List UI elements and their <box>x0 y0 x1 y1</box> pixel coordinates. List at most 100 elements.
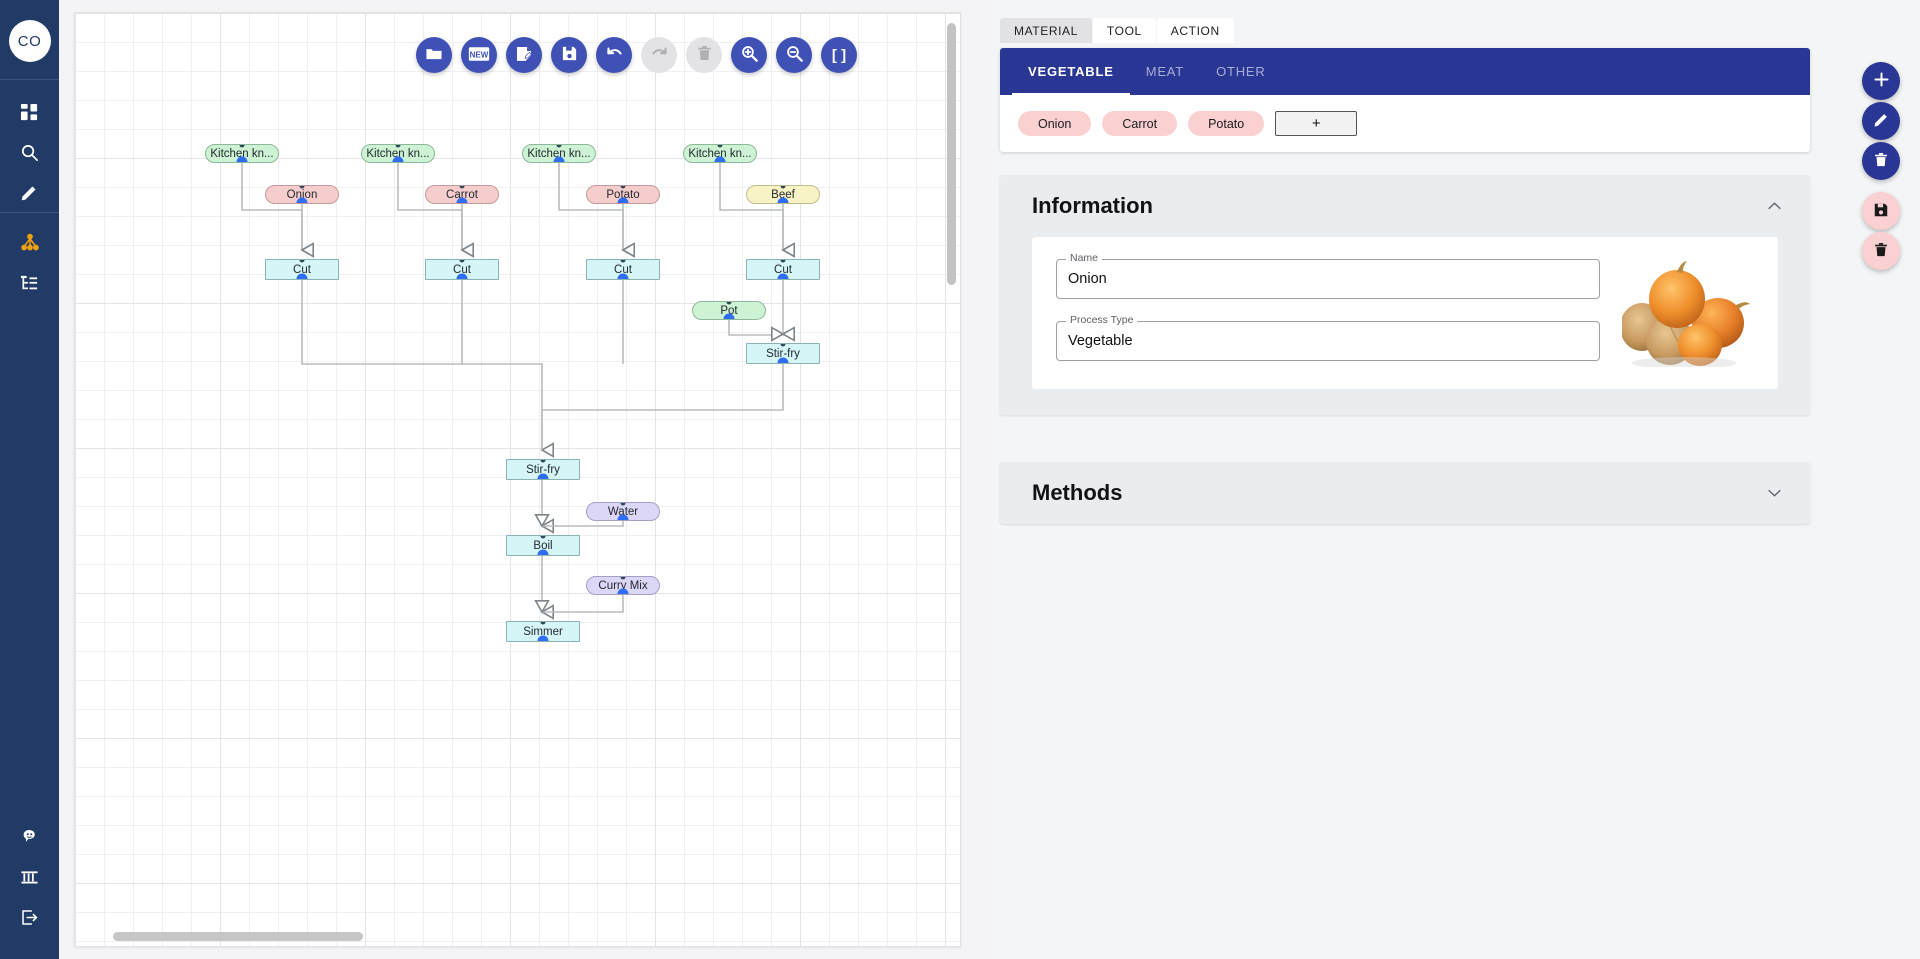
sidebar-item-edit[interactable] <box>0 172 59 212</box>
floating-action-buttons <box>1862 62 1900 272</box>
save-button[interactable] <box>551 37 587 73</box>
flow-canvas[interactable]: Kitchen kn... Kitchen kn... Kitchen kn... K… <box>74 12 961 947</box>
tab-vegetable[interactable]: VEGETABLE <box>1012 48 1130 95</box>
graph-node-potato[interactable]: Potato <box>586 185 660 204</box>
sidebar-item-hierarchy[interactable] <box>0 263 59 303</box>
redo-button[interactable] <box>641 37 677 73</box>
save-as-button[interactable] <box>506 37 542 73</box>
tab-material[interactable]: MATERIAL <box>1000 18 1092 43</box>
chip-carrot[interactable]: Carrot <box>1102 111 1178 136</box>
node-output-port[interactable] <box>456 197 468 203</box>
node-output-port[interactable] <box>777 197 789 203</box>
graph-node-stirfry2[interactable]: Stir-fry <box>506 459 580 480</box>
node-output-port[interactable] <box>714 156 726 162</box>
hierarchy-list-icon <box>20 274 39 293</box>
tab-meat[interactable]: MEAT <box>1130 48 1200 95</box>
tab-other[interactable]: OTHER <box>1200 48 1282 95</box>
edit-button[interactable] <box>1862 102 1900 140</box>
chip-onion[interactable]: Onion <box>1018 111 1092 136</box>
methods-header[interactable]: Methods <box>1000 462 1810 524</box>
add-material-button[interactable]: + <box>1275 111 1358 136</box>
graph-node-cut3[interactable]: Cut <box>586 259 660 280</box>
graph-node-kn3[interactable]: Kitchen kn... <box>522 144 596 163</box>
sidebar-item-search[interactable] <box>0 132 59 172</box>
node-output-port[interactable] <box>617 514 629 520</box>
graph-node-pot[interactable]: Pot <box>692 301 766 320</box>
node-output-port[interactable] <box>777 357 789 363</box>
node-input-port[interactable] <box>620 260 626 263</box>
graph-node-simmer[interactable]: Simmer <box>506 621 580 642</box>
graph-node-cut2[interactable]: Cut <box>425 259 499 280</box>
node-output-port[interactable] <box>777 273 789 279</box>
graph-node-kn2[interactable]: Kitchen kn... <box>361 144 435 163</box>
zoom-in-button[interactable] <box>731 37 767 73</box>
zoom-out-button[interactable] <box>776 37 812 73</box>
svg-text:NEW: NEW <box>470 50 489 59</box>
canvas-horizontal-scrollbar[interactable] <box>85 932 945 941</box>
avatar[interactable]: CO <box>8 20 51 62</box>
graph-node-cut4[interactable]: Cut <box>746 259 820 280</box>
add-button[interactable] <box>1862 62 1900 100</box>
new-file-button[interactable]: NEW <box>461 37 497 73</box>
node-output-port[interactable] <box>537 549 549 555</box>
open-file-button[interactable] <box>416 37 452 73</box>
node-input-port[interactable] <box>299 260 305 263</box>
graph-node-kn1[interactable]: Kitchen kn... <box>205 144 279 163</box>
node-output-port[interactable] <box>236 156 248 162</box>
node-output-port[interactable] <box>537 473 549 479</box>
horizontal-scroll-thumb[interactable] <box>113 932 363 941</box>
node-input-port[interactable] <box>540 460 546 463</box>
sidebar-item-dashboard[interactable] <box>0 92 59 132</box>
node-input-port[interactable] <box>459 260 465 263</box>
sidebar-item-brain[interactable] <box>0 817 59 857</box>
vertical-scroll-thumb[interactable] <box>947 23 956 285</box>
save-as-icon <box>515 45 533 66</box>
node-input-port[interactable] <box>780 344 786 347</box>
top-tab-bar: MATERIAL TOOL ACTION <box>1000 18 1235 43</box>
material-card: VEGETABLE MEAT OTHER Onion Carrot Potato… <box>1000 48 1810 152</box>
node-output-port[interactable] <box>537 635 549 641</box>
node-output-port[interactable] <box>296 273 308 279</box>
node-output-port[interactable] <box>723 313 735 319</box>
sidebar-item-graph[interactable] <box>0 223 59 263</box>
canvas-vertical-scrollbar[interactable] <box>947 23 956 928</box>
chevron-down-icon[interactable] <box>1767 487 1782 500</box>
remove-material-button[interactable] <box>1862 232 1900 270</box>
node-output-port[interactable] <box>553 156 565 162</box>
delete-node-button[interactable] <box>1862 142 1900 180</box>
node-output-port[interactable] <box>296 197 308 203</box>
graph-node-kn4[interactable]: Kitchen kn... <box>683 144 757 163</box>
graph-node-onion[interactable]: Onion <box>265 185 339 204</box>
fit-to-screen-button[interactable]: [ ] <box>821 37 857 73</box>
undo-button[interactable] <box>596 37 632 73</box>
graph-node-beef[interactable]: Beef <box>746 185 820 204</box>
graph-node-stirfry1[interactable]: Stir-fry <box>746 343 820 364</box>
node-input-port[interactable] <box>780 260 786 263</box>
tab-action[interactable]: ACTION <box>1156 18 1234 43</box>
node-output-port[interactable] <box>617 197 629 203</box>
node-input-port[interactable] <box>540 622 546 625</box>
graph-node-carrot[interactable]: Carrot <box>425 185 499 204</box>
information-header[interactable]: Information <box>1000 175 1810 237</box>
node-output-port[interactable] <box>392 156 404 162</box>
save-material-button[interactable] <box>1862 192 1900 230</box>
graph-node-currymix[interactable]: Curry Mix <box>586 576 660 595</box>
node-output-port[interactable] <box>617 273 629 279</box>
chip-potato[interactable]: Potato <box>1188 111 1265 136</box>
delete-button[interactable] <box>686 37 722 73</box>
name-input[interactable] <box>1056 259 1600 299</box>
methods-panel: Methods <box>1000 462 1810 524</box>
information-body: Name Process Type <box>1032 237 1778 389</box>
node-input-port[interactable] <box>540 536 546 539</box>
process-type-input[interactable] <box>1056 321 1600 361</box>
graph-node-cut1[interactable]: Cut <box>265 259 339 280</box>
onion-thumbnail <box>1620 259 1754 369</box>
chevron-up-icon[interactable] <box>1767 200 1782 213</box>
node-output-port[interactable] <box>456 273 468 279</box>
sidebar-item-logout[interactable] <box>0 897 59 937</box>
tab-tool[interactable]: TOOL <box>1092 18 1156 43</box>
node-output-port[interactable] <box>617 588 629 594</box>
graph-node-water[interactable]: Water <box>586 502 660 521</box>
graph-node-boil[interactable]: Boil <box>506 535 580 556</box>
sidebar-item-database[interactable] <box>0 857 59 897</box>
